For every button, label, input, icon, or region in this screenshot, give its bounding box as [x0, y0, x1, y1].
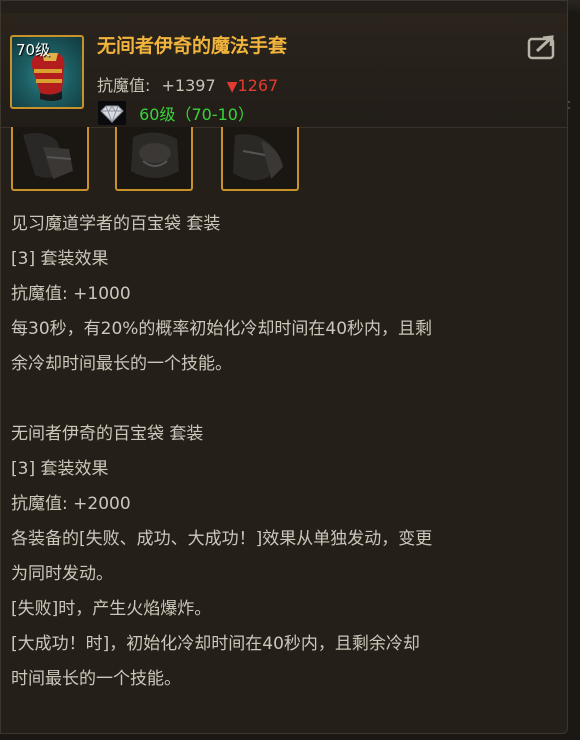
- set2-title: 无间者伊奇的百宝袋 套装: [11, 424, 204, 444]
- dark-armor-piece-icon: [131, 132, 179, 178]
- set2-desc-line-3: [失败]时，产生火焰爆炸。: [11, 599, 212, 619]
- set2-desc-line-2: 为同时发动。: [11, 564, 113, 584]
- set1-effect-header: [3] 套装效果: [11, 249, 109, 269]
- diamond-gem-icon[interactable]: [98, 101, 126, 125]
- set2-desc-line-4: [大成功！时]，初始化冷却时间在40秒内，且剩余冷却: [11, 634, 420, 654]
- set-piece-slot-2[interactable]: [115, 127, 193, 191]
- item-name: 无间者伊奇的魔法手套: [97, 35, 288, 57]
- item-icon[interactable]: 70级: [10, 35, 84, 109]
- gem-row: 60级（70-10）: [98, 101, 254, 125]
- stat-value: +1397: [161, 76, 216, 95]
- stat-diff: 1267: [237, 76, 279, 95]
- magic-resist-stat: 抗魔值: +1397 ▼1267: [97, 72, 278, 96]
- set-description: 见习魔道学者的百宝袋 套装 [3] 套装效果 抗魔值: +1000 每30秒，有…: [11, 207, 561, 697]
- set1-desc-line-2: 余冷却时间最长的一个技能。: [11, 354, 232, 374]
- down-arrow-icon: ▼: [226, 79, 238, 95]
- dark-armor-piece-icon: [233, 134, 283, 181]
- set-piece-slot-1[interactable]: [11, 127, 89, 191]
- set1-stat: 抗魔值: +1000: [11, 284, 131, 304]
- set1-title: 见习魔道学者的百宝袋 套装: [11, 214, 221, 234]
- gem-level-text: 60级（70-10）: [139, 105, 254, 124]
- set-piece-slot-3[interactable]: [221, 127, 299, 191]
- item-level-badge: 70级: [16, 41, 51, 59]
- set2-desc-line-5: 时间最长的一个技能。: [11, 669, 181, 689]
- item-tooltip: 70级 无间者伊奇的魔法手套 抗魔值: +1397 ▼1267 60级（70-1…: [0, 0, 568, 734]
- set1-desc-line-1: 每30秒，有20%的概率初始化冷却时间在40秒内，且剩: [11, 319, 433, 339]
- share-arrow-icon: [527, 35, 555, 60]
- stat-label: 抗魔值:: [97, 76, 151, 95]
- share-button[interactable]: [526, 33, 558, 61]
- set2-stat: 抗魔值: +2000: [11, 494, 131, 514]
- dark-armor-piece-icon: [23, 133, 73, 179]
- set2-effect-header: [3] 套装效果: [11, 459, 109, 479]
- tooltip-header: 70级 无间者伊奇的魔法手套 抗魔值: +1397 ▼1267 60级（70-1…: [1, 13, 567, 128]
- set2-desc-line-1: 各装备的[失败、成功、大成功！]效果从单独发动，变更: [11, 529, 433, 549]
